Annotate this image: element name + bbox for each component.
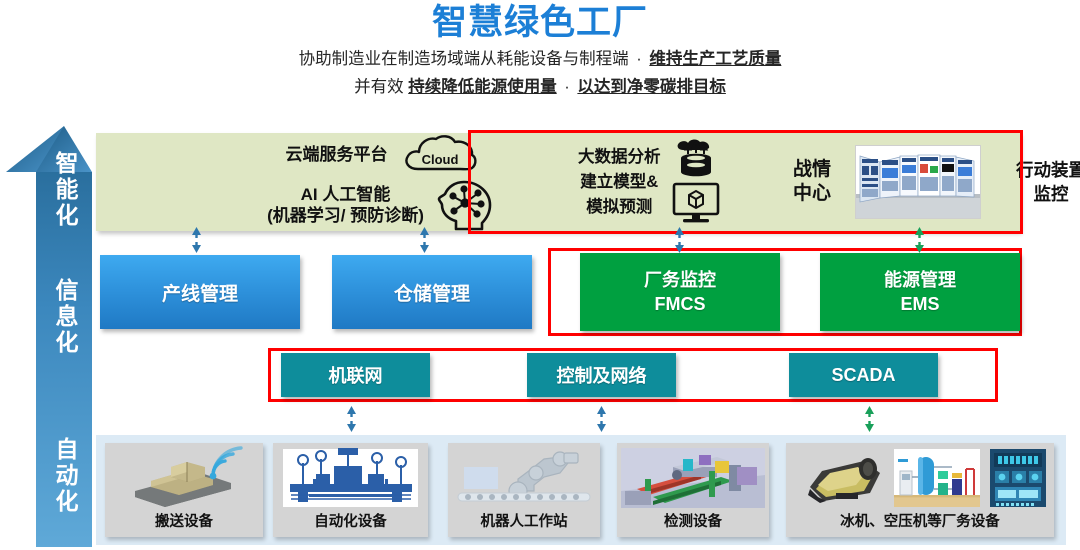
connector-arrow-row3-row4 [596,406,607,432]
inspection-equipment-icon [621,448,765,508]
scada-label: SCADA [831,364,896,385]
maturity-level-informatization: 信息化 [55,277,79,355]
equipment-label: 机器人工作站 [480,514,568,530]
war-room-line-2: 中心 [792,183,831,204]
ai-brain-head-icon [437,180,492,231]
fmcs-title: 厂务监控 [644,270,716,290]
page-title: 智慧绿色工厂 [431,3,648,42]
maturity-level-automation: 自动化 [55,436,79,514]
connector-arrow-row1-row2 [191,227,202,253]
production-line-management-box[interactable]: 产线管理 [100,255,300,329]
equipment-label: 检测设备 [664,514,722,530]
big-data-line-3: 模拟预测 [586,197,653,216]
equipment-card[interactable]: 搬送设备 [105,443,263,537]
cloud-platform-label: 云端服务平台 [285,144,388,164]
subtitle-2-emphasis-b: 以达到净零碳排目标 [577,78,726,96]
warehouse-management-label: 仓储管理 [393,283,470,305]
machine-network-label: 机联网 [328,366,383,386]
ai-label-line-2: (机器学习/ 预防诊断) [267,206,424,225]
chiller-air-compressor-icon [808,449,1046,507]
equipment-label: 自动化设备 [314,514,387,530]
cloud-database-icon [677,139,711,177]
scada-box[interactable]: SCADA [789,353,938,397]
connector-arrow-row3-row4 [346,406,357,432]
monitor-cube-icon [672,182,719,223]
subtitle-1-emphasis: 维持生产工艺质量 [649,50,782,68]
war-room-label-group[interactable]: 战情 中心 [776,133,848,231]
control-network-label: 控制及网络 [556,366,647,386]
cloud-icon: Cloud [404,135,477,171]
connector-arrow-row1-row2 [419,227,430,253]
subtitle-line-1: 协助制造业在制造场域端从耗能设备与制程端 · 维持生产工艺质量 [0,47,1080,72]
machine-network-box[interactable]: 机联网 [281,353,430,397]
mobile-device-monitoring-group[interactable]: 行动装置 监控 [988,133,1080,231]
ai-row: AI 人工智能 (机器学习/ 预防诊断) [204,179,559,231]
robot-arm-station-icon [457,451,591,502]
automation-machine-icon [283,448,418,507]
equipment-label: 冰机、空压机等厂务设备 [840,514,1000,530]
subtitle-1-separator: · [636,50,642,68]
cloud-icon-text: Cloud [421,152,458,167]
equipment-label: 搬送设备 [155,514,213,530]
ai-label-block: AI 人工智能 (机器学习/ 预防诊断) [267,184,424,226]
connector-arrow-row1-row2 [914,227,925,253]
mobile-monitoring-line-1: 行动装置 [1016,160,1080,180]
big-data-labels: 大数据分析 建立模型& 模拟预测 [578,145,661,220]
war-room-line-1: 战情 [792,159,831,180]
ems-code: EMS [900,294,940,314]
maturity-arrow: 智能化 信息化 自动化 [6,126,92,548]
war-room-image-wrap[interactable] [852,133,984,231]
connector-arrow-row1-row2 [674,227,685,253]
equipment-card[interactable]: 自动化设备 [273,443,428,537]
big-data-analysis-group[interactable]: 大数据分析 建立模型& 模拟预测 [574,133,774,231]
conveyor-package-wifi-icon [135,446,243,507]
cloud-platform-group[interactable]: 云端服务平台 Cloud AI 人工智能 (机器学习/ 预防诊断) [204,133,559,231]
maturity-level-intelligent: 智能化 [55,150,79,228]
ai-label-line-1: AI 人工智能 [300,185,391,204]
production-line-management-label: 产线管理 [161,283,238,305]
ems-title: 能源管理 [884,270,956,290]
mobile-monitoring-line-2: 监控 [1033,184,1069,204]
warehouse-management-box[interactable]: 仓储管理 [332,255,532,329]
ems-box[interactable]: 能源管理 EMS [820,253,1020,331]
intelligent-layer-panel: 云端服务平台 Cloud AI 人工智能 (机器学习/ 预防诊断) 大数据分析 … [96,133,1080,231]
connector-arrow-row3-row4 [864,406,875,432]
subtitle-2-plain: 并有效 [354,78,404,96]
page-header: 智慧绿色工厂 协助制造业在制造场域端从耗能设备与制程端 · 维持生产工艺质量 并… [0,0,1080,100]
cloud-platform-row: 云端服务平台 Cloud [204,133,559,175]
big-data-line-1: 大数据分析 [578,147,661,166]
war-room-dashboard-image [855,145,981,219]
fmcs-code: FMCS [654,294,706,314]
big-data-line-2: 建立模型& [580,172,659,191]
control-network-box[interactable]: 控制及网络 [527,353,676,397]
subtitle-line-2: 并有效 持续降低能源使用量 · 以达到净零碳排目标 [0,75,1080,100]
equipment-card[interactable]: 检测设备 [617,443,769,537]
subtitle-2-separator: · [564,78,570,96]
fmcs-box[interactable]: 厂务监控 FMCS [580,253,780,331]
equipment-card[interactable]: 冰机、空压机等厂务设备 [786,443,1054,537]
subtitle-1-plain: 协助制造业在制造场域端从耗能设备与制程端 [298,50,629,68]
subtitle-2-emphasis-a: 持续降低能源使用量 [408,78,557,96]
equipment-card[interactable]: 机器人工作站 [448,443,600,537]
